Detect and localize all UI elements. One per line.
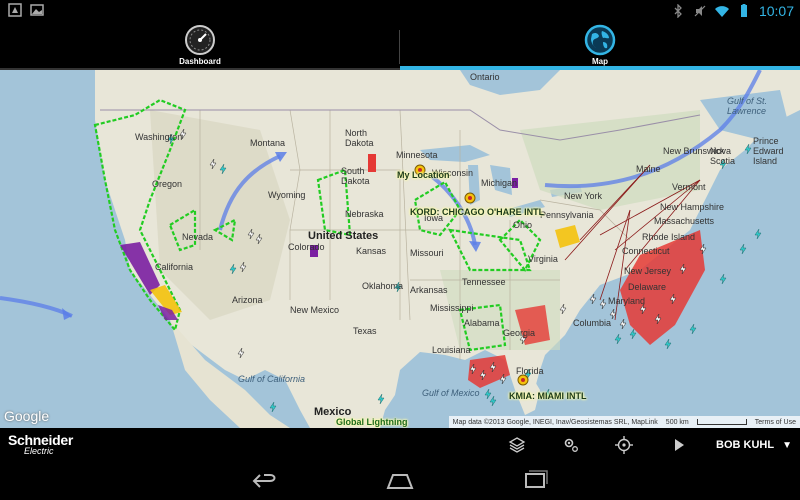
airport-kmia[interactable]: KMIA: MIAMI INTL: [509, 391, 586, 401]
label-texas: Texas: [353, 326, 377, 336]
label-pennsylvania: Pennsylvania: [540, 210, 594, 220]
label-north-dakota-1: North: [345, 128, 368, 138]
label-gulf-of-mexico: Gulf of Mexico: [422, 388, 480, 398]
navigation-bar: [0, 462, 800, 500]
wifi-icon: [714, 6, 729, 17]
battery-icon: [740, 4, 747, 17]
label-prince-edward-3: Island: [753, 156, 778, 166]
label-missouri: Missouri: [410, 248, 444, 258]
label-washington: Washington: [135, 132, 183, 142]
airport-kord[interactable]: KORD: CHICAGO O'HARE INTL: [410, 207, 544, 217]
mute-icon: [694, 5, 706, 17]
weather-map[interactable]: Washington Oregon California Nevada Ariz…: [0, 70, 800, 428]
label-oklahoma: Oklahoma: [362, 281, 404, 291]
label-nova-scotia-1: Nova: [710, 146, 732, 156]
label-south-dakota-2: Dakota: [341, 176, 370, 186]
tab-map-label: Map: [592, 57, 608, 66]
label-georgia: Georgia: [503, 328, 536, 338]
label-ontario: Ontario: [470, 72, 500, 82]
label-prince-edward-2: Edward: [753, 146, 784, 156]
map-data-credit: Map data ©2013 Google, INEGI, Inav/Geosi…: [452, 418, 658, 426]
label-new-mexico: New Mexico: [290, 305, 340, 315]
android-screen: 10:07 Dashboard Map Washington Oregon Ca…: [0, 0, 800, 500]
image-icon: [30, 4, 44, 16]
label-connecticut: Connecticut: [622, 246, 670, 256]
settings-icon[interactable]: [562, 436, 580, 454]
label-mississippi: Mississippi: [430, 303, 474, 313]
tab-dashboard-label: Dashboard: [179, 57, 221, 66]
label-ohio: Ohio: [513, 220, 533, 230]
bluetooth-icon: [674, 4, 682, 18]
status-bar: 10:07: [0, 0, 800, 22]
label-vermont: Vermont: [672, 182, 706, 192]
label-alabama: Alabama: [464, 318, 500, 328]
play-icon[interactable]: [670, 436, 688, 454]
label-virginia: Virginia: [528, 254, 558, 264]
label-north-dakota-2: Dakota: [345, 138, 374, 148]
label-south-dakota-1: South: [341, 166, 365, 176]
label-prince-edward-1: Prince: [753, 136, 779, 146]
label-oregon: Oregon: [152, 179, 183, 189]
label-gulf-st-lawrence-1: Gulf of St.: [727, 96, 768, 106]
home-icon[interactable]: [383, 470, 417, 492]
label-florida: Florida: [516, 366, 544, 376]
label-nova-scotia-2: Scotia: [710, 156, 736, 166]
label-nevada: Nevada: [182, 232, 214, 242]
label-wyoming: Wyoming: [268, 190, 306, 200]
map-scale-label: 500 km: [665, 418, 689, 426]
globe-icon: [584, 24, 616, 56]
label-united-states: United States: [308, 230, 379, 242]
label-new-jersey: New Jersey: [624, 266, 672, 276]
alert-sd-red: [368, 154, 376, 172]
label-gulf-of-california: Gulf of California: [238, 374, 306, 384]
global-lightning-label: Global Lightning: [336, 417, 408, 427]
label-california: California: [155, 262, 194, 272]
label-rhode-island: Rhode Island: [642, 232, 696, 242]
terms-of-use-link[interactable]: Terms of Use: [755, 419, 796, 426]
label-maryland: Maryland: [608, 296, 646, 306]
caret-down-icon: ▼: [782, 439, 792, 451]
label-montana: Montana: [250, 138, 286, 148]
google-logo: Google: [4, 408, 50, 424]
label-tennessee: Tennessee: [462, 277, 506, 287]
notification-icon: [8, 3, 22, 17]
label-delaware: Delaware: [628, 282, 667, 292]
recents-icon[interactable]: [518, 470, 552, 492]
label-nebraska: Nebraska: [345, 209, 384, 219]
user-name: BOB KUHL: [716, 439, 775, 451]
label-massachusetts: Massachusetts: [654, 216, 715, 226]
label-michigan: Michigan: [481, 178, 518, 188]
app-bar: Schneider Electric BOB KUHL ▼: [0, 428, 800, 462]
label-louisiana: Louisiana: [432, 345, 471, 355]
alert-southeast-red: [468, 355, 510, 388]
airport-my-location[interactable]: My Location: [397, 170, 450, 180]
tab-map[interactable]: Map: [400, 22, 800, 70]
label-colorado: Colorado: [288, 242, 325, 252]
layers-icon[interactable]: [508, 436, 526, 454]
schneider-logo: Schneider Electric: [8, 432, 73, 456]
locate-icon[interactable]: [615, 436, 633, 454]
map-canvas: [0, 70, 800, 428]
label-gulf-st-lawrence-2: Lawrence: [727, 106, 767, 116]
label-new-york: New York: [564, 191, 603, 201]
label-new-hampshire: New Hampshire: [660, 202, 725, 212]
label-arkansas: Arkansas: [410, 285, 448, 295]
map-scale-bar: [696, 419, 747, 425]
tab-bar: Dashboard Map: [0, 22, 800, 70]
back-icon[interactable]: [248, 470, 282, 492]
label-arizona: Arizona: [232, 295, 263, 305]
label-kansas: Kansas: [356, 246, 387, 256]
map-attribution: Map data ©2013 Google, INEGI, Inav/Geosi…: [448, 416, 800, 428]
user-menu[interactable]: BOB KUHL ▼: [716, 439, 792, 451]
gauge-icon: [185, 25, 215, 55]
label-columbia: Columbia: [573, 318, 612, 328]
tab-dashboard[interactable]: Dashboard: [0, 22, 400, 70]
status-clock: 10:07: [758, 3, 794, 19]
label-maine: Maine: [636, 164, 661, 174]
label-minnesota: Minnesota: [396, 150, 438, 160]
